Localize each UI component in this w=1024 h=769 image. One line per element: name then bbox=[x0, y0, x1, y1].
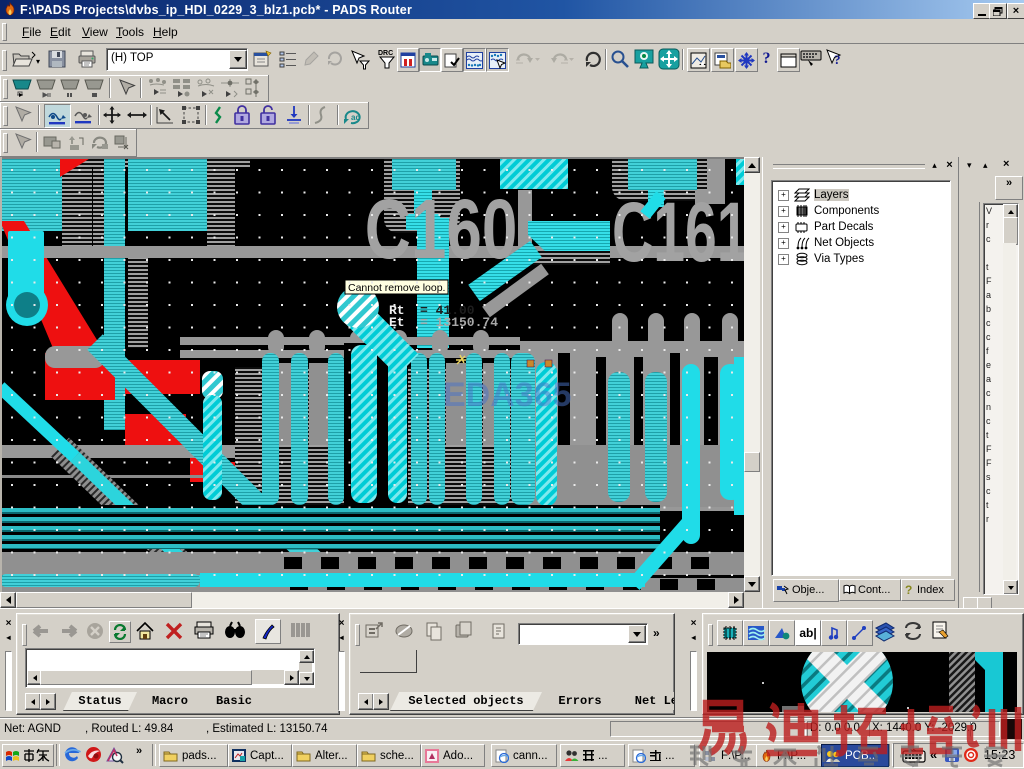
svg-text:ad: ad bbox=[351, 113, 360, 122]
svg-text:EDA365: EDA365 bbox=[443, 376, 572, 414]
svg-text:DRC: DRC bbox=[378, 50, 393, 57]
svg-text:?: ? bbox=[834, 52, 841, 67]
